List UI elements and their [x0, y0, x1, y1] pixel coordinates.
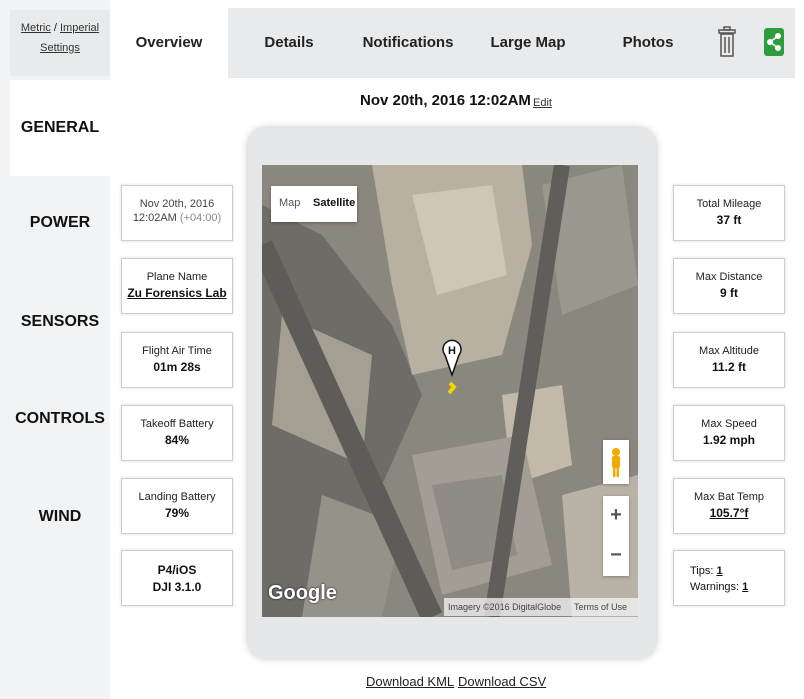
takeoff-battery-value: 84% [164, 433, 190, 447]
sidebar-item-controls[interactable]: CONTROLS [10, 410, 110, 428]
tips-label: Tips: [690, 565, 714, 577]
takeoff-battery-label: Takeoff Battery [140, 418, 214, 430]
share-icon[interactable] [764, 28, 784, 56]
tab-large-map[interactable]: Large Map [470, 8, 586, 78]
landing-battery-label: Landing Battery [138, 491, 216, 503]
zoom-out-button[interactable]: − [603, 536, 629, 574]
warnings-label: Warnings: [690, 581, 740, 593]
platform-card: P4/iOS DJI 3.1.0 [121, 550, 233, 606]
google-logo: Google [268, 582, 337, 604]
satellite-imagery [262, 165, 638, 617]
sidebar-item-power[interactable]: POWER [10, 214, 110, 232]
tab-photos[interactable]: Photos [590, 8, 706, 78]
platform-version: DJI 3.1.0 [152, 580, 202, 594]
date-card-tz: (+04:00) [179, 212, 222, 224]
date-card: Nov 20th, 2016 12:02AM (+04:00) [121, 185, 233, 241]
sidebar-item-general[interactable]: GENERAL [10, 80, 110, 176]
unit-settings-box: Metric / Imperial Settings [10, 10, 110, 76]
max-altitude-value: 11.2 ft [711, 360, 747, 374]
tab-notifications[interactable]: Notifications [348, 8, 468, 78]
max-speed-label: Max Speed [701, 418, 757, 430]
street-view-pegman-icon[interactable] [603, 440, 629, 484]
zoom-control: + − [603, 496, 629, 576]
max-distance-value: 9 ft [720, 286, 738, 300]
settings-link[interactable]: Settings [40, 42, 80, 54]
imperial-link[interactable]: Imperial [60, 22, 99, 34]
max-altitude-label: Max Altitude [699, 345, 759, 357]
map-attribution: Imagery ©2016 DigitalGlobe Terms of Use [444, 598, 638, 616]
max-bat-temp-value[interactable]: 105.7°f [674, 506, 784, 520]
max-bat-temp-card: Max Bat Temp 105.7°f [673, 478, 785, 534]
platform-os: P4/iOS [157, 563, 197, 577]
date-card-line1: Nov 20th, 2016 [139, 198, 215, 210]
takeoff-battery-card: Takeoff Battery 84% [121, 405, 233, 461]
download-csv-link[interactable]: Download CSV [458, 674, 546, 689]
max-distance-label: Max Distance [695, 271, 763, 283]
imagery-credit: Imagery ©2016 DigitalGlobe [448, 602, 562, 612]
map-type-map-button[interactable]: Map [279, 197, 300, 209]
air-time-label: Flight Air Time [142, 345, 212, 357]
total-mileage-label: Total Mileage [696, 198, 762, 210]
download-kml-link[interactable]: Download KML [366, 674, 454, 689]
air-time-value: 01m 28s [153, 360, 201, 374]
max-bat-temp-label: Max Bat Temp [693, 491, 765, 503]
satellite-map[interactable]: H [262, 165, 638, 617]
plane-name-value[interactable]: Zu Forensics Lab [122, 286, 232, 300]
sidebar-item-sensors[interactable]: SENSORS [10, 313, 110, 331]
home-marker[interactable]: H [442, 339, 462, 378]
map-type-control: Map Satellite [271, 186, 357, 222]
landing-battery-card: Landing Battery 79% [121, 478, 233, 534]
flight-date: Nov 20th, 2016 12:02AM [360, 92, 531, 109]
edit-date-link[interactable]: Edit [533, 97, 552, 109]
warnings-count[interactable]: 1 [742, 581, 748, 593]
sidebar: Metric / Imperial Settings GENERAL POWER… [0, 0, 110, 699]
total-mileage-card: Total Mileage 37 ft [673, 185, 785, 241]
tab-overview[interactable]: Overview [110, 8, 228, 78]
total-mileage-value: 37 ft [716, 213, 742, 227]
terms-of-use-link[interactable]: Terms of Use [574, 598, 627, 616]
sidebar-item-wind[interactable]: WIND [10, 508, 110, 526]
plane-name-card: Plane Name Zu Forensics Lab [121, 258, 233, 314]
trash-icon[interactable] [717, 26, 737, 60]
air-time-card: Flight Air Time 01m 28s [121, 332, 233, 388]
max-speed-value: 1.92 mph [702, 433, 756, 447]
unit-separator: / [50, 22, 60, 34]
tips-warnings-card: Tips: 1 Warnings: 1 [673, 550, 785, 606]
home-marker-label: H [448, 345, 456, 357]
max-speed-card: Max Speed 1.92 mph [673, 405, 785, 461]
max-altitude-card: Max Altitude 11.2 ft [673, 332, 785, 388]
zoom-in-button[interactable]: + [603, 496, 629, 534]
metric-link[interactable]: Metric [21, 22, 51, 34]
max-distance-card: Max Distance 9 ft [673, 258, 785, 314]
date-card-time: 12:02AM [132, 212, 177, 224]
map-type-satellite-button[interactable]: Satellite [313, 197, 355, 209]
tips-count[interactable]: 1 [717, 565, 723, 577]
plane-name-label: Plane Name [146, 271, 208, 283]
tab-details[interactable]: Details [230, 8, 348, 78]
landing-battery-value: 79% [164, 506, 190, 520]
tab-bar: Overview Details Notifications Large Map… [110, 8, 795, 78]
